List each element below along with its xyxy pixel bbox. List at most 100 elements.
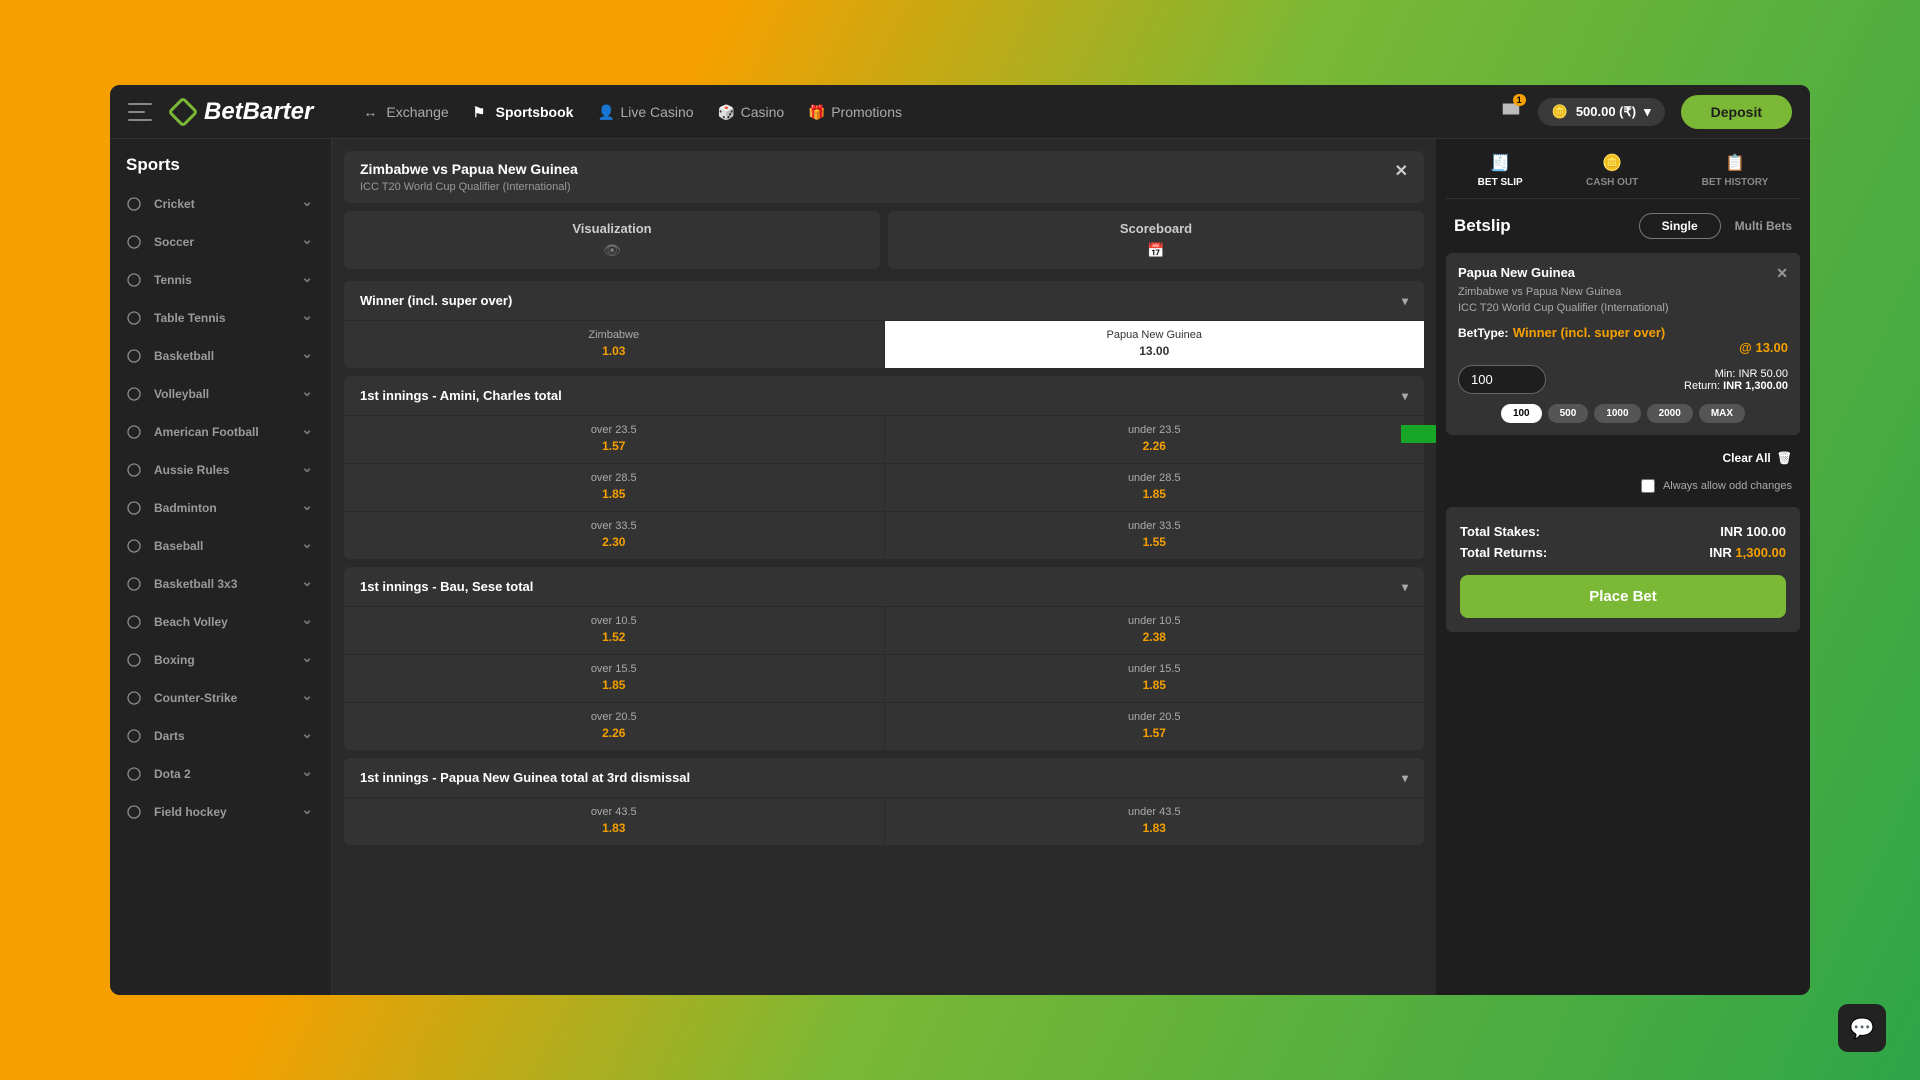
odd-cell[interactable]: under 15.51.85 — [885, 655, 1425, 702]
market-header[interactable]: 1st innings - Papua New Guinea total at … — [344, 758, 1424, 797]
nav-promotions[interactable]: 🎁Promotions — [808, 104, 902, 120]
nav-icon: 🎁 — [808, 104, 824, 120]
nav-sportsbook[interactable]: ⚑Sportsbook — [473, 104, 574, 120]
nav-exchange[interactable]: ↔Exchange — [363, 104, 448, 120]
tab-scoreboard[interactable]: Scoreboard 📅 — [888, 211, 1424, 269]
odd-cell[interactable]: under 43.51.83 — [885, 798, 1425, 845]
balance-pill[interactable]: 🪙 500.00 (₹) ▾ — [1538, 98, 1665, 126]
sidebar-item-badminton[interactable]: Badminton — [110, 489, 331, 527]
bet-type: Winner (incl. super over) — [1513, 325, 1665, 340]
odd-cell[interactable]: over 43.51.83 — [344, 798, 885, 845]
bet-card: Papua New Guinea ✕ Zimbabwe vs Papua New… — [1446, 253, 1800, 435]
tab-visualization[interactable]: Visualization 👁 — [344, 211, 880, 269]
quick-stake-100[interactable]: 100 — [1501, 404, 1542, 423]
quick-stake-max[interactable]: MAX — [1699, 404, 1745, 423]
odd-cell[interactable]: under 33.51.55 — [885, 512, 1425, 559]
notif-badge: 1 — [1513, 94, 1526, 106]
receipt-icon: 🧾 — [1478, 153, 1523, 173]
odd-cell[interactable]: under 20.51.57 — [885, 703, 1425, 750]
sidebar-item-beach-volley[interactable]: Beach Volley — [110, 603, 331, 641]
place-bet-button[interactable]: Place Bet — [1460, 575, 1786, 618]
sidebar-item-tennis[interactable]: Tennis — [110, 261, 331, 299]
clear-all-button[interactable]: Clear All 🗑 — [1446, 445, 1800, 471]
odd-cell[interactable]: over 20.52.26 — [344, 703, 885, 750]
coins-icon: 🪙 — [1552, 104, 1568, 120]
sidebar-item-volleyball[interactable]: Volleyball — [110, 375, 331, 413]
sidebar-item-cricket[interactable]: Cricket — [110, 185, 331, 223]
market-header[interactable]: 1st innings - Amini, Charles total — [344, 376, 1424, 415]
nav-icon: ⚑ — [473, 104, 489, 120]
nav-icon: 👤 — [597, 104, 613, 120]
market-header[interactable]: Winner (incl. super over) — [344, 281, 1424, 320]
sidebar-item-table-tennis[interactable]: Table Tennis — [110, 299, 331, 337]
event-header: Zimbabwe vs Papua New Guinea ICC T20 Wor… — [344, 151, 1424, 203]
bet-league: ICC T20 World Cup Qualifier (Internation… — [1458, 302, 1788, 314]
quick-stake-1000[interactable]: 1000 — [1594, 404, 1640, 423]
sidebar-title: Sports — [110, 151, 331, 185]
stake-input[interactable] — [1458, 365, 1546, 394]
quick-stake-500[interactable]: 500 — [1548, 404, 1589, 423]
tab-betslip[interactable]: 🧾BET SLIP — [1478, 153, 1523, 188]
trash-icon: 🗑 — [1777, 451, 1792, 465]
tab-cashout[interactable]: 🪙CASH OUT — [1586, 153, 1638, 188]
main-content: Zimbabwe vs Papua New Guinea ICC T20 Wor… — [332, 139, 1436, 995]
betslip-title: Betslip — [1454, 216, 1511, 236]
quick-stake-2000[interactable]: 2000 — [1647, 404, 1693, 423]
brand-text: BetBarter — [204, 98, 313, 126]
odd-cell[interactable]: over 15.51.85 — [344, 655, 885, 702]
balance-amount: 500.00 (₹) — [1576, 104, 1636, 120]
odd-cell[interactable]: under 23.52.26 — [885, 416, 1425, 463]
sidebar-item-aussie-rules[interactable]: Aussie Rules — [110, 451, 331, 489]
odd-cell[interactable]: under 28.51.85 — [885, 464, 1425, 511]
notifications-icon[interactable]: 1 — [1500, 98, 1522, 125]
mode-single[interactable]: Single — [1639, 213, 1721, 239]
brand-logo[interactable]: BetBarter — [172, 98, 313, 126]
remove-bet-icon[interactable]: ✕ — [1776, 265, 1788, 282]
sidebar-item-field-hockey[interactable]: Field hockey — [110, 793, 331, 831]
nav-live-casino[interactable]: 👤Live Casino — [597, 104, 693, 120]
deposit-button[interactable]: Deposit — [1681, 95, 1792, 129]
sidebar-item-baseball[interactable]: Baseball — [110, 527, 331, 565]
odd-cell[interactable]: over 28.51.85 — [344, 464, 885, 511]
odd-cell[interactable]: Zimbabwe1.03 — [344, 321, 885, 368]
sidebar-item-basketball-3x3[interactable]: Basketball 3x3 — [110, 565, 331, 603]
total-stakes: INR 100.00 — [1720, 524, 1786, 539]
total-returns: 1,300.00 — [1735, 545, 1786, 560]
odd-cell[interactable]: over 23.51.57 — [344, 416, 885, 463]
sidebar-item-soccer[interactable]: Soccer — [110, 223, 331, 261]
odd-cell[interactable]: under 10.52.38 — [885, 607, 1425, 654]
nav-casino[interactable]: 🎲Casino — [718, 104, 785, 120]
chevron-down-icon: ▾ — [1644, 104, 1651, 120]
calendar-icon: 📅 — [898, 242, 1414, 259]
market: 1st innings - Bau, Sese totalover 10.51.… — [344, 567, 1424, 750]
betslip-panel: 🧾BET SLIP 🪙CASH OUT 📋BET HISTORY Betslip… — [1436, 139, 1810, 995]
mode-multi[interactable]: Multi Bets — [1735, 219, 1792, 233]
allow-odds-checkbox[interactable] — [1641, 479, 1655, 493]
menu-icon[interactable] — [128, 103, 152, 121]
coins-icon: 🪙 — [1586, 153, 1638, 173]
close-icon[interactable]: ✕ — [1395, 161, 1408, 181]
sidebar-item-basketball[interactable]: Basketball — [110, 337, 331, 375]
sidebar-item-counter-strike[interactable]: Counter-Strike — [110, 679, 331, 717]
sidebar-item-boxing[interactable]: Boxing — [110, 641, 331, 679]
sidebar-item-american-football[interactable]: American Football — [110, 413, 331, 451]
logo-mark-icon — [167, 96, 198, 127]
min-stake: Min: INR 50.00 — [1684, 368, 1788, 380]
bet-odds: @ 13.00 — [1739, 340, 1788, 355]
sidebar-item-darts[interactable]: Darts — [110, 717, 331, 755]
bet-event: Zimbabwe vs Papua New Guinea — [1458, 286, 1788, 298]
bet-return: INR 1,300.00 — [1723, 380, 1788, 392]
odd-cell[interactable]: Papua New Guinea13.00 — [885, 321, 1425, 368]
tab-history[interactable]: 📋BET HISTORY — [1702, 153, 1769, 188]
allow-odds-label: Always allow odd changes — [1663, 480, 1792, 492]
event-title: Zimbabwe vs Papua New Guinea — [360, 161, 578, 177]
market: 1st innings - Papua New Guinea total at … — [344, 758, 1424, 845]
market-header[interactable]: 1st innings - Bau, Sese total — [344, 567, 1424, 606]
bet-selection: Papua New Guinea — [1458, 265, 1575, 282]
sidebar-item-dota-2[interactable]: Dota 2 — [110, 755, 331, 793]
odd-cell[interactable]: over 10.51.52 — [344, 607, 885, 654]
sidebar: Sports CricketSoccerTennisTable TennisBa… — [110, 139, 332, 995]
header: BetBarter ↔Exchange ⚑Sportsbook 👤Live Casi… — [110, 85, 1810, 139]
odd-cell[interactable]: over 33.52.30 — [344, 512, 885, 559]
market: Winner (incl. super over)Zimbabwe1.03Pap… — [344, 281, 1424, 368]
